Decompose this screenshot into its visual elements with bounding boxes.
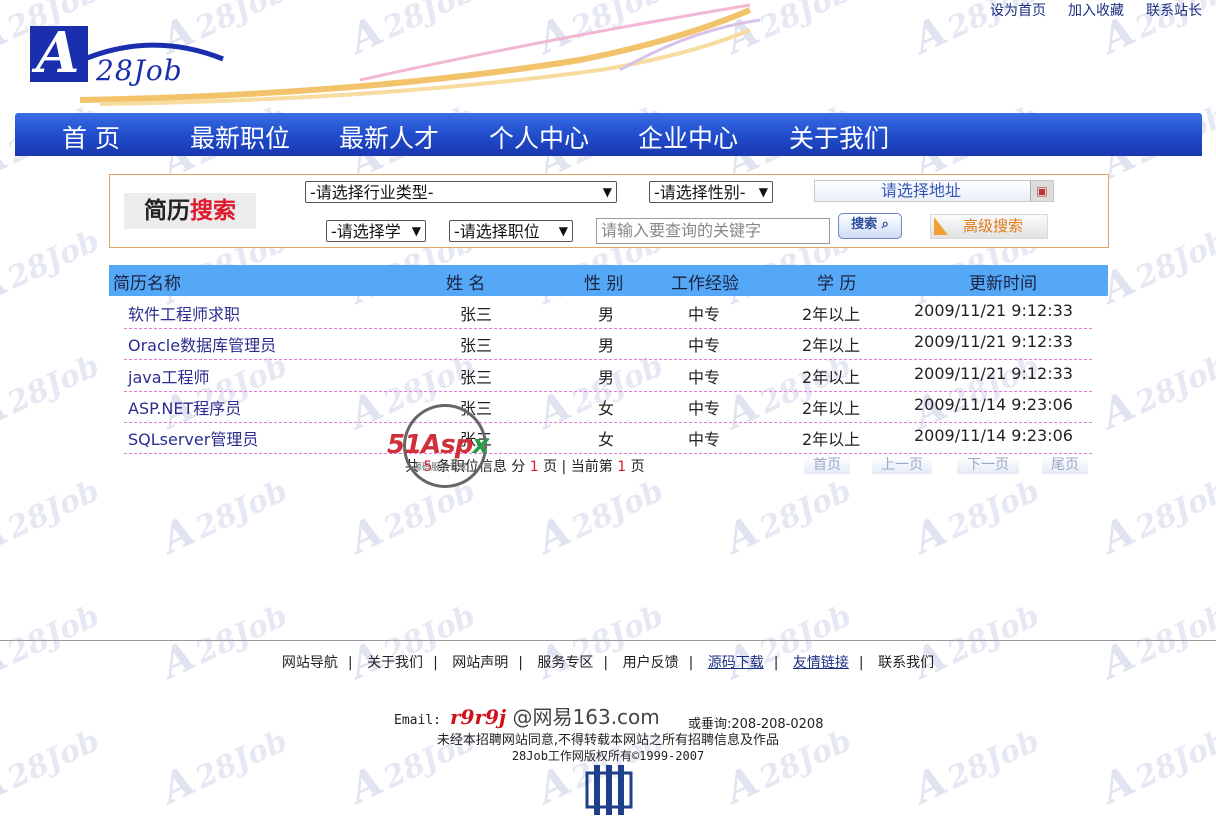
nav-latest-talent[interactable]: 最新人才: [339, 119, 439, 155]
footer-links: 网站导航 | 关于我们 | 网站声明 | 服务专区 | 用户反馈 | 源码下载 | 友情链接…: [281, 655, 935, 671]
resume-link[interactable]: 软件工程师求职: [128, 301, 240, 325]
cell-time: 2009/11/21 9:12:33: [914, 364, 1073, 383]
footer-link-about[interactable]: 关于我们: [367, 655, 423, 671]
nav-enterprise-center[interactable]: 企业中心: [638, 119, 738, 155]
footer-logo-icon: [585, 765, 633, 815]
nav-home[interactable]: 首 页: [62, 119, 120, 155]
footer-link-statement[interactable]: 网站声明: [452, 655, 508, 671]
resume-search-panel: 简历搜索 -请选择行业类型- ▼ -请选择性别- ▼ 请选择地址 ▣ -请选择学 ▼ …: [109, 174, 1109, 248]
chevron-down-icon: ▼: [758, 185, 768, 199]
site-logo[interactable]: A 28Job: [28, 20, 238, 98]
search-panel-title: 简历搜索: [124, 193, 256, 229]
add-favorite-link[interactable]: 加入收藏: [1068, 0, 1124, 20]
last-page-button[interactable]: 尾页: [1042, 456, 1088, 474]
stamp-subtext: 源码服务专家: [413, 463, 468, 473]
cell-gender: 女: [598, 430, 615, 449]
keyword-input[interactable]: 请输入要查询的关键字: [596, 218, 830, 244]
chevron-down-icon: ▼: [602, 185, 612, 199]
cell-gender: 男: [598, 336, 615, 355]
table-row: 软件工程师求职 张三 男 中专 2年以上 2009/11/21 9:12:33: [124, 297, 1092, 329]
cell-education: 中专: [688, 305, 721, 324]
cell-gender: 男: [598, 305, 615, 324]
table-row: Oracle数据库管理员 张三 男 中专 2年以上 2009/11/21 9:1…: [124, 328, 1092, 360]
footer-link-site-nav[interactable]: 网站导航: [282, 655, 338, 671]
next-page-button[interactable]: 下一页: [957, 456, 1019, 474]
cell-education: 中专: [688, 368, 721, 387]
page: 设为首页 加入收藏 联系站长 A 28Job 首 页 最新职位 最新人才 个人中…: [0, 0, 1216, 833]
map-picker-icon[interactable]: ▣: [1030, 181, 1053, 201]
col-person-name: 姓 名: [446, 274, 486, 294]
cell-gender: 女: [598, 399, 615, 418]
col-education: 学 历: [817, 274, 857, 294]
prev-page-button[interactable]: 上一页: [872, 456, 932, 474]
footer-link-download[interactable]: 源码下载: [708, 655, 764, 671]
cell-education: 中专: [688, 336, 721, 355]
resume-link[interactable]: ASP.NET程序员: [128, 395, 241, 419]
email-image: r9r9j @网易163.com: [450, 705, 660, 729]
advanced-search-button[interactable]: 高级搜索: [930, 214, 1048, 239]
first-page-button[interactable]: 首页: [804, 456, 850, 474]
cell-experience: 2年以上: [802, 368, 861, 387]
chevron-down-icon: ▼: [411, 224, 421, 238]
email-label: Email:: [394, 713, 441, 728]
cell-education: 中专: [688, 430, 721, 449]
col-gender: 性 别: [584, 274, 624, 294]
cell-time: 2009/11/21 9:12:33: [914, 301, 1073, 320]
copyright-text: 28Job工作网版权所有©1999-2007: [511, 749, 705, 763]
cell-experience: 2年以上: [802, 336, 861, 355]
col-experience: 工作经验: [671, 274, 739, 294]
cell-education: 中专: [688, 399, 721, 418]
nav-about-us[interactable]: 关于我们: [789, 119, 889, 155]
resume-link[interactable]: java工程师: [128, 364, 210, 388]
footer-link-service[interactable]: 服务专区: [537, 655, 593, 671]
table-row: SQLserver管理员 张三 女 中专 2年以上 2009/11/14 9:2…: [124, 422, 1092, 454]
cell-time: 2009/11/21 9:12:33: [914, 332, 1073, 351]
position-select[interactable]: -请选择职位 ▼: [449, 220, 573, 242]
footer-divider: [0, 640, 1216, 641]
chevron-down-icon: ▼: [558, 224, 568, 238]
nav-latest-jobs[interactable]: 最新职位: [190, 119, 290, 155]
gender-select[interactable]: -请选择性别- ▼: [649, 181, 773, 203]
cell-time: 2009/11/14 9:23:06: [914, 426, 1073, 445]
current-page: 1: [617, 459, 627, 475]
cell-experience: 2年以上: [802, 305, 861, 324]
table-row: ASP.NET程序员 张三 女 中专 2年以上 2009/11/14 9:23:…: [124, 391, 1092, 423]
contact-admin-link[interactable]: 联系站长: [1146, 0, 1202, 20]
resume-link[interactable]: Oracle数据库管理员: [128, 332, 276, 356]
cell-person: 张三: [460, 305, 493, 324]
col-resume-name: 简历名称: [113, 274, 181, 294]
cell-experience: 2年以上: [802, 430, 861, 449]
nav-personal-center[interactable]: 个人中心: [489, 119, 589, 155]
search-icon: ⌕: [881, 217, 889, 232]
logo-text: 28Job: [96, 54, 183, 87]
education-select[interactable]: -请选择学 ▼: [326, 220, 426, 242]
set-homepage-link[interactable]: 设为首页: [990, 0, 1046, 20]
cell-time: 2009/11/14 9:23:06: [914, 395, 1073, 414]
stamp-text: 51Aspx: [387, 430, 489, 460]
cell-gender: 男: [598, 368, 615, 387]
page-count: 1: [529, 459, 539, 475]
main-nav: 首 页 最新职位 最新人才 个人中心 企业中心 关于我们: [15, 113, 1202, 156]
search-button[interactable]: 搜索 ⌕: [838, 213, 902, 239]
cell-person: 张三: [460, 336, 493, 355]
col-update-time: 更新时间: [969, 274, 1037, 294]
resume-link[interactable]: SQLserver管理员: [128, 426, 258, 450]
triangle-icon: [934, 217, 948, 235]
cell-person: 张三: [460, 368, 493, 387]
footer-link-feedback[interactable]: 用户反馈: [623, 655, 679, 671]
address-picker[interactable]: 请选择地址 ▣: [814, 180, 1054, 202]
51aspx-stamp: 51Aspx 源码服务专家: [385, 404, 515, 494]
resume-table-header: 简历名称 姓 名 性 别 工作经验 学 历 更新时间: [109, 265, 1108, 296]
footer-link-friends[interactable]: 友情链接: [793, 655, 849, 671]
footer-link-contact[interactable]: 联系我们: [878, 655, 934, 671]
address-picker-label: 请选择地址: [880, 181, 961, 200]
copyright-notice: 未经本招聘网站同意,不得转载本网站之所有招聘信息及作品: [436, 733, 780, 748]
cell-experience: 2年以上: [802, 399, 861, 418]
table-row: java工程师 张三 男 中专 2年以上 2009/11/21 9:12:33: [124, 360, 1092, 392]
industry-select[interactable]: -请选择行业类型- ▼: [305, 181, 617, 203]
top-links: 设为首页 加入收藏 联系站长: [990, 0, 1202, 20]
